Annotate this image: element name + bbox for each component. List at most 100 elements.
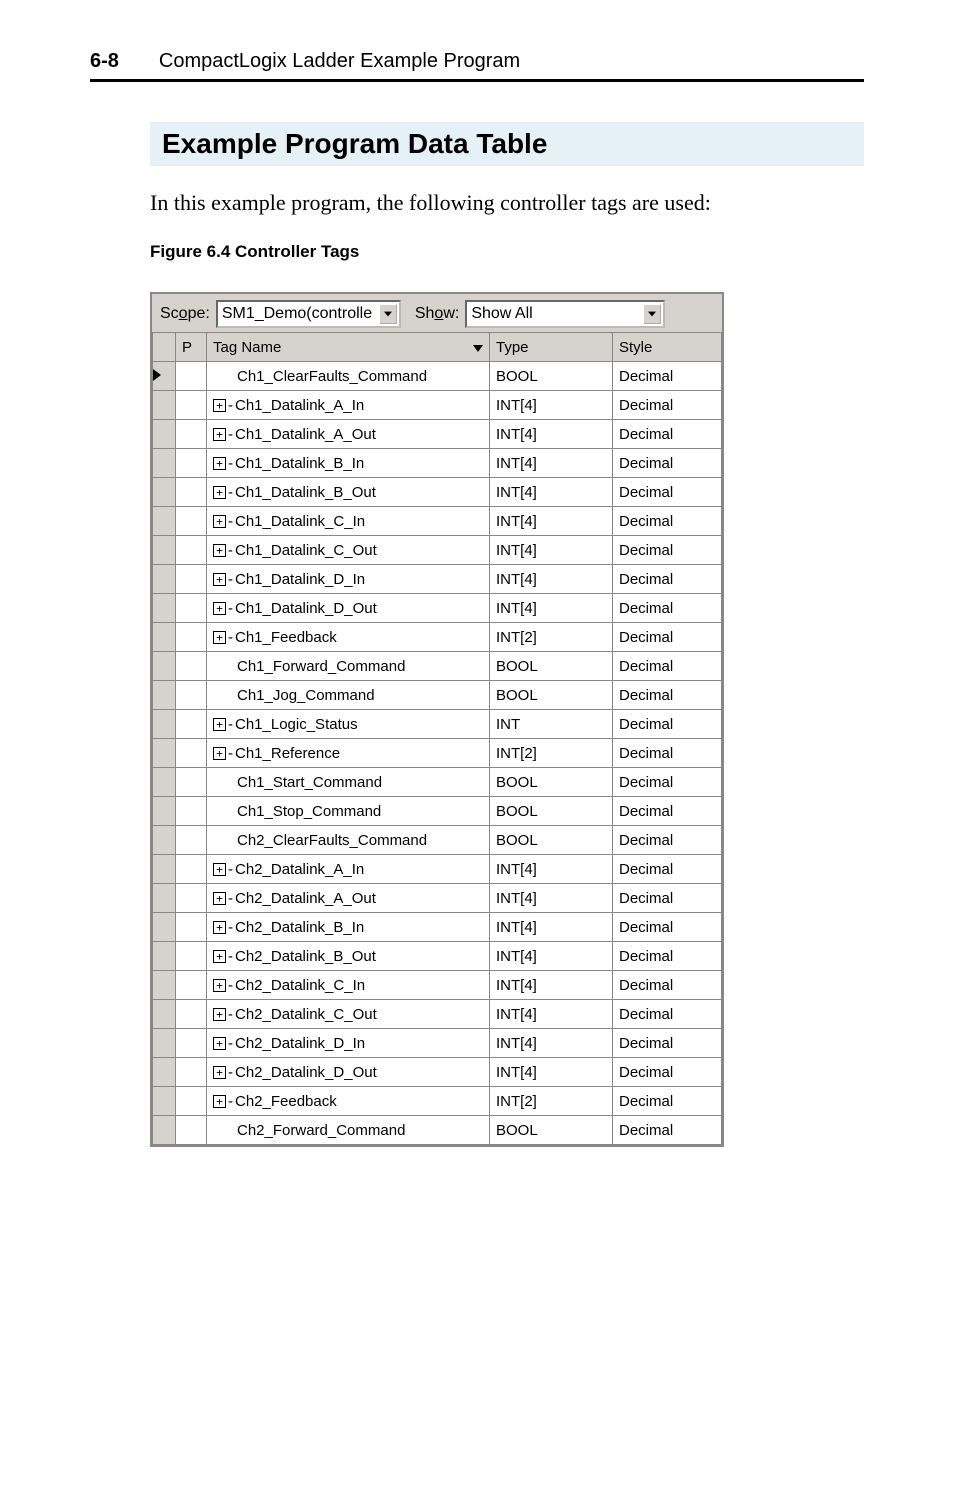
row-gutter[interactable]: [153, 855, 176, 884]
expand-icon[interactable]: +: [213, 921, 226, 934]
row-gutter[interactable]: [153, 623, 176, 652]
tag-name-cell[interactable]: +-Ch2_Datalink_D_In: [207, 1029, 490, 1058]
row-gutter[interactable]: [153, 507, 176, 536]
table-row[interactable]: +-Ch1_Datalink_B_OutINT[4]Decimal: [153, 478, 722, 507]
expand-icon[interactable]: +: [213, 602, 226, 615]
row-gutter[interactable]: [153, 420, 176, 449]
tag-name-cell[interactable]: +-Ch2_Datalink_A_Out: [207, 884, 490, 913]
row-gutter[interactable]: [153, 739, 176, 768]
expand-icon[interactable]: +: [213, 573, 226, 586]
chevron-down-icon[interactable]: [643, 304, 661, 324]
table-row[interactable]: +-Ch1_Datalink_A_InINT[4]Decimal: [153, 391, 722, 420]
row-gutter[interactable]: [153, 652, 176, 681]
chevron-down-icon[interactable]: [379, 304, 397, 324]
col-p-header[interactable]: P: [176, 333, 207, 362]
table-row[interactable]: +-Ch1_Datalink_B_InINT[4]Decimal: [153, 449, 722, 478]
tag-name-cell[interactable]: Ch1_Jog_Command: [207, 681, 490, 710]
table-row[interactable]: +-Ch1_FeedbackINT[2]Decimal: [153, 623, 722, 652]
table-row[interactable]: +-Ch1_Datalink_A_OutINT[4]Decimal: [153, 420, 722, 449]
expand-icon[interactable]: +: [213, 718, 226, 731]
table-row[interactable]: +-Ch2_Datalink_D_InINT[4]Decimal: [153, 1029, 722, 1058]
tag-name-cell[interactable]: +-Ch2_Datalink_B_Out: [207, 942, 490, 971]
table-row[interactable]: +-Ch1_Datalink_D_InINT[4]Decimal: [153, 565, 722, 594]
col-type-header[interactable]: Type: [490, 333, 613, 362]
row-gutter[interactable]: [153, 478, 176, 507]
table-row[interactable]: Ch2_Forward_CommandBOOLDecimal: [153, 1116, 722, 1145]
tag-name-cell[interactable]: +-Ch1_Datalink_D_In: [207, 565, 490, 594]
row-gutter[interactable]: [153, 942, 176, 971]
table-row[interactable]: Ch1_ClearFaults_CommandBOOLDecimal: [153, 362, 722, 391]
tag-name-cell[interactable]: +-Ch2_Datalink_C_Out: [207, 1000, 490, 1029]
tag-name-cell[interactable]: +-Ch2_Datalink_B_In: [207, 913, 490, 942]
table-row[interactable]: +-Ch2_Datalink_B_InINT[4]Decimal: [153, 913, 722, 942]
row-gutter[interactable]: [153, 826, 176, 855]
table-row[interactable]: +-Ch1_Logic_StatusINTDecimal: [153, 710, 722, 739]
table-row[interactable]: Ch2_ClearFaults_CommandBOOLDecimal: [153, 826, 722, 855]
expand-icon[interactable]: +: [213, 950, 226, 963]
expand-icon[interactable]: +: [213, 486, 226, 499]
table-row[interactable]: +-Ch2_Datalink_D_OutINT[4]Decimal: [153, 1058, 722, 1087]
expand-icon[interactable]: +: [213, 747, 226, 760]
tag-name-cell[interactable]: Ch1_Forward_Command: [207, 652, 490, 681]
table-row[interactable]: Ch1_Start_CommandBOOLDecimal: [153, 768, 722, 797]
tag-name-cell[interactable]: Ch1_ClearFaults_Command: [207, 362, 490, 391]
row-gutter[interactable]: [153, 1087, 176, 1116]
tag-name-cell[interactable]: +-Ch1_Datalink_C_Out: [207, 536, 490, 565]
tag-name-cell[interactable]: +-Ch2_Feedback: [207, 1087, 490, 1116]
tag-name-cell[interactable]: Ch2_Forward_Command: [207, 1116, 490, 1145]
row-gutter[interactable]: [153, 565, 176, 594]
row-gutter[interactable]: [153, 971, 176, 1000]
row-gutter[interactable]: [153, 1116, 176, 1145]
table-row[interactable]: Ch1_Jog_CommandBOOLDecimal: [153, 681, 722, 710]
tag-name-cell[interactable]: +-Ch1_Logic_Status: [207, 710, 490, 739]
expand-icon[interactable]: +: [213, 457, 226, 470]
row-gutter[interactable]: [153, 768, 176, 797]
expand-icon[interactable]: +: [213, 1008, 226, 1021]
col-tagname-header[interactable]: Tag Name: [207, 333, 490, 362]
table-row[interactable]: +-Ch1_Datalink_D_OutINT[4]Decimal: [153, 594, 722, 623]
row-gutter[interactable]: [153, 913, 176, 942]
tag-name-cell[interactable]: Ch2_ClearFaults_Command: [207, 826, 490, 855]
tag-name-cell[interactable]: +-Ch1_Datalink_D_Out: [207, 594, 490, 623]
table-row[interactable]: +-Ch2_Datalink_C_InINT[4]Decimal: [153, 971, 722, 1000]
tag-name-cell[interactable]: +-Ch1_Datalink_B_In: [207, 449, 490, 478]
row-gutter[interactable]: [153, 1058, 176, 1087]
expand-icon[interactable]: +: [213, 1095, 226, 1108]
table-row[interactable]: +-Ch2_Datalink_B_OutINT[4]Decimal: [153, 942, 722, 971]
expand-icon[interactable]: +: [213, 979, 226, 992]
tag-name-cell[interactable]: +-Ch1_Feedback: [207, 623, 490, 652]
row-gutter[interactable]: [153, 884, 176, 913]
expand-icon[interactable]: +: [213, 631, 226, 644]
table-row[interactable]: +-Ch2_Datalink_A_OutINT[4]Decimal: [153, 884, 722, 913]
row-gutter[interactable]: [153, 710, 176, 739]
expand-icon[interactable]: +: [213, 428, 226, 441]
row-gutter[interactable]: [153, 391, 176, 420]
expand-icon[interactable]: +: [213, 399, 226, 412]
tag-name-cell[interactable]: Ch1_Stop_Command: [207, 797, 490, 826]
row-gutter[interactable]: [153, 536, 176, 565]
row-gutter[interactable]: [153, 594, 176, 623]
expand-icon[interactable]: +: [213, 544, 226, 557]
table-row[interactable]: +-Ch2_Datalink_C_OutINT[4]Decimal: [153, 1000, 722, 1029]
table-row[interactable]: +-Ch1_ReferenceINT[2]Decimal: [153, 739, 722, 768]
row-gutter[interactable]: [153, 449, 176, 478]
table-row[interactable]: +-Ch1_Datalink_C_InINT[4]Decimal: [153, 507, 722, 536]
row-gutter[interactable]: [153, 797, 176, 826]
expand-icon[interactable]: +: [213, 515, 226, 528]
row-gutter[interactable]: [153, 1029, 176, 1058]
tag-name-cell[interactable]: +-Ch2_Datalink_A_In: [207, 855, 490, 884]
show-combobox[interactable]: Show All: [465, 300, 665, 328]
col-style-header[interactable]: Style: [613, 333, 722, 362]
tag-name-cell[interactable]: +-Ch2_Datalink_C_In: [207, 971, 490, 1000]
expand-icon[interactable]: +: [213, 892, 226, 905]
table-row[interactable]: +-Ch1_Datalink_C_OutINT[4]Decimal: [153, 536, 722, 565]
tag-name-cell[interactable]: +-Ch1_Datalink_C_In: [207, 507, 490, 536]
expand-icon[interactable]: +: [213, 1037, 226, 1050]
row-gutter[interactable]: [153, 681, 176, 710]
tag-name-cell[interactable]: +-Ch1_Datalink_B_Out: [207, 478, 490, 507]
row-gutter[interactable]: [153, 1000, 176, 1029]
expand-icon[interactable]: +: [213, 863, 226, 876]
tag-name-cell[interactable]: Ch1_Start_Command: [207, 768, 490, 797]
table-row[interactable]: +-Ch2_Datalink_A_InINT[4]Decimal: [153, 855, 722, 884]
expand-icon[interactable]: +: [213, 1066, 226, 1079]
